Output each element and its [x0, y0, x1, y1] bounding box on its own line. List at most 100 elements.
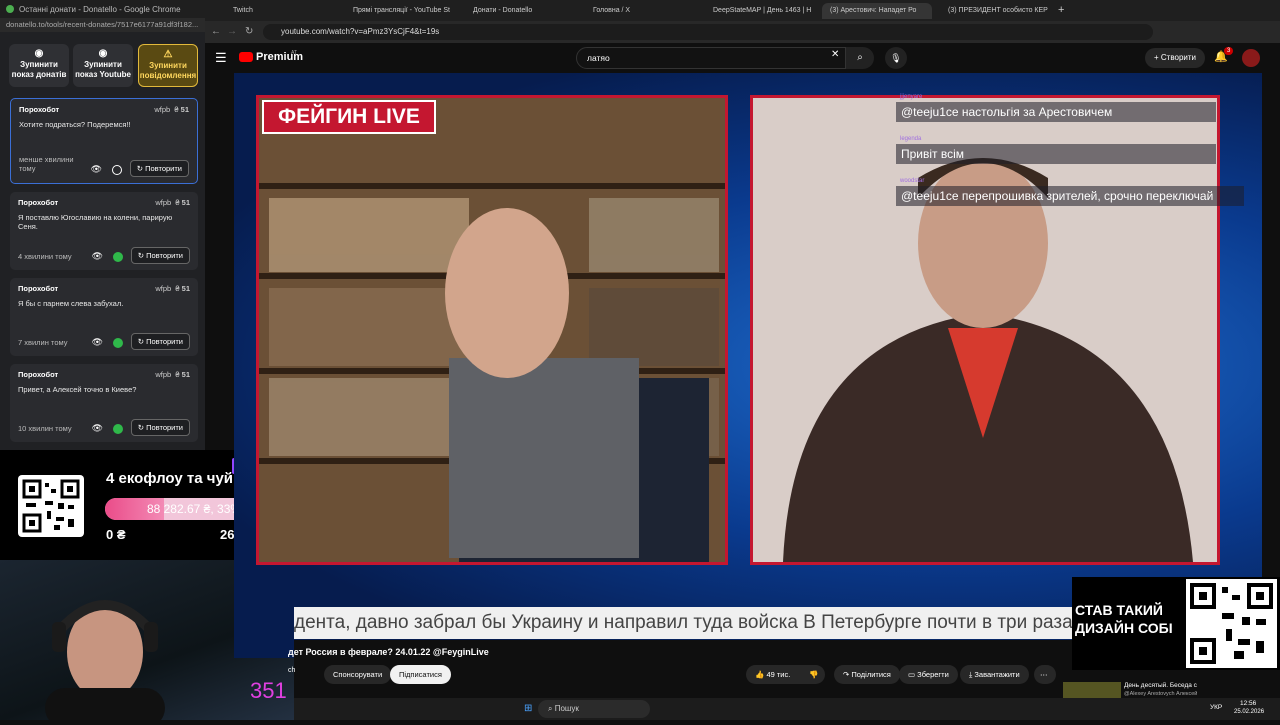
youtube-logo-icon[interactable] — [239, 52, 253, 62]
eye-icon[interactable]: 👁 — [92, 337, 103, 348]
chat-message: @teeju1ce перепрошивка зрителей, срочно … — [896, 186, 1244, 206]
goal-min: 0 ₴ — [106, 527, 126, 542]
eye-icon[interactable]: 👁 — [91, 164, 102, 175]
warning-icon: ⚠ — [163, 49, 173, 60]
taskbar-search[interactable]: ⌕ Пошук — [538, 700, 650, 718]
sponsor-button[interactable]: Спонсорувати — [324, 665, 392, 684]
feygin-live-logo: ФЕЙГИН LIVE — [262, 100, 436, 134]
channel-name[interactable]: ch — [288, 667, 295, 674]
stop-youtube-button[interactable]: ◉ Зупинити показ Youtube — [73, 44, 133, 87]
donation-message: Хотите подраться? Подеремся!! — [19, 120, 131, 129]
donor-name: Порохобот — [18, 198, 59, 207]
qr-code — [18, 475, 84, 537]
youtube-region: AT — [291, 50, 298, 56]
chat-user: legenda — [900, 136, 922, 142]
subscribe-button[interactable]: Підписатися — [390, 665, 451, 684]
dislike-icon[interactable]: 👎 — [803, 665, 825, 684]
search-input[interactable]: латяо — [576, 47, 846, 69]
chat-user: woodstar — [900, 178, 925, 184]
stop-messages-button[interactable]: ⚠ Зупинити повідомлення — [138, 44, 198, 87]
tab-president[interactable]: (3) ПРЕЗИДЕНТ особисто КЕР — [940, 3, 1050, 19]
donation-time: 4 хвилини тому — [18, 252, 72, 261]
repeat-button[interactable]: ↻ Повторити — [129, 160, 189, 177]
donor-name: Порохобот — [18, 370, 59, 379]
repeat-button[interactable]: ↻ Повторити — [130, 247, 190, 264]
new-tab-button[interactable]: + — [1058, 4, 1064, 16]
donor-name: Порохобот — [19, 105, 60, 114]
clock-date[interactable]: 25.02.2026 — [1234, 709, 1264, 715]
donation-time: 7 хвилин тому — [18, 338, 68, 347]
address-bar-row: ← → ↻ youtube.com/watch?v=aPmz3YsCjF4&t=… — [205, 21, 1280, 43]
donor-name: Порохобот — [18, 284, 59, 293]
menu-icon[interactable]: ☰ — [215, 50, 227, 66]
promo-overlay: СТАВ ТАКИЙ ДИЗАЙН СОБІ — [1072, 577, 1280, 670]
back-icon[interactable]: ← — [211, 26, 221, 37]
goal-title: 4 екофлоу та чуйку — [106, 470, 249, 487]
promo-qr-code — [1186, 579, 1277, 668]
chat-message: Привіт всім — [896, 144, 1216, 164]
suggested-thumbnail[interactable] — [1063, 682, 1121, 698]
check-icon[interactable] — [113, 252, 123, 262]
tab-youtube-studio[interactable]: Прямі трансляції - YouTube St — [345, 3, 463, 19]
donation-card: Порохобот wfpb ₴ 51 Привет, а Алексей то… — [10, 364, 198, 442]
repeat-button[interactable]: ↻ Повторити — [130, 333, 190, 350]
repeat-button[interactable]: ↻ Повторити — [130, 419, 190, 436]
donation-card: Порохобот wfpb ₴ 51 Хотите подраться? По… — [10, 98, 198, 184]
create-button[interactable]: + Створити — [1145, 48, 1206, 68]
donation-message: Я бы с парнем слева забухал. — [18, 299, 124, 308]
video-title: дет Россия в феврале? 24.01.22 @FeyginLi… — [288, 647, 489, 657]
left-window-titlebar: Останні донати - Donatello - Google Chro… — [0, 0, 205, 18]
keyboard-language[interactable]: УКР — [1210, 704, 1222, 711]
arestovych-frame — [750, 95, 1220, 565]
donor-amount: wfpb ₴ 51 — [154, 105, 189, 114]
chat-message: @teeju1ce настольгія за Арестовичем — [896, 102, 1216, 122]
tab-deepstate[interactable]: DeepStateMAP | День 1463 | Н — [705, 3, 815, 19]
avatar[interactable] — [1242, 49, 1260, 67]
reload-icon[interactable]: ↻ — [245, 26, 253, 37]
taskbar: ⊞ ⌕ Пошук УКР 12:56 25.02.2026 — [294, 698, 1280, 720]
tab-donatello[interactable]: Донати - Donatello — [465, 3, 583, 19]
suggested-title[interactable]: День десятый. Беседа с — [1124, 682, 1197, 689]
donation-message: Привет, а Алексей точно в Киеве? — [18, 385, 137, 394]
stop-donations-button[interactable]: ◉ Зупинити показ донатів — [9, 44, 69, 87]
check-icon[interactable] — [113, 338, 123, 348]
mic-icon[interactable]: 🎙 — [885, 47, 907, 69]
promo-text: СТАВ ТАКИЙ ДИЗАЙН СОБІ — [1075, 602, 1173, 636]
eye-icon[interactable]: 👁 — [92, 423, 103, 434]
clear-search-icon[interactable]: ✕ — [831, 49, 839, 60]
forward-icon[interactable]: → — [227, 26, 237, 37]
url-input[interactable]: youtube.com/watch?v=aPmz3YsCjF4&t=19s — [263, 24, 1153, 40]
record-icon: ◉ — [98, 48, 108, 59]
donation-card: Порохобот wfpb ₴ 51 Я поставлю Югославию… — [10, 192, 198, 270]
donor-amount: wfpb ₴ 51 — [155, 198, 190, 207]
chrome-icon — [6, 5, 14, 13]
tab-twitch[interactable]: Twitch — [225, 3, 343, 19]
windows-start-icon[interactable]: ⊞ — [524, 703, 532, 714]
youtube-header: ☰ Premium AT латяо ✕ ⌕ 🎙 + Створити 🔔 3 — [205, 43, 1280, 73]
left-url-bar[interactable]: donatello.to/tools/recent-donates/7517e6… — [0, 18, 205, 32]
donor-amount: wfpb ₴ 51 — [155, 370, 190, 379]
webcam-counter: 351 — [250, 678, 287, 703]
check-icon[interactable] — [113, 424, 123, 434]
clock-time[interactable]: 12:56 — [1240, 700, 1256, 707]
more-icon[interactable]: ⋯ — [1034, 665, 1056, 684]
tab-arestovych[interactable]: (3) Арестович: Нападет Ро — [822, 3, 932, 19]
share-button[interactable]: ↷ Поділитися — [834, 665, 900, 684]
chat-user: jjjenyare — [900, 94, 923, 100]
notification-badge: 3 — [1224, 47, 1234, 55]
donation-message: Я поставлю Югославию на колени, парирую … — [18, 213, 173, 231]
tab-x[interactable]: Головна / X — [585, 3, 703, 19]
download-button[interactable]: ⤓ Завантажити — [960, 665, 1029, 684]
eye-icon[interactable]: 👁 — [92, 251, 103, 262]
donor-amount: wfpb ₴ 51 — [155, 284, 190, 293]
save-button[interactable]: ▭ Зберегти — [899, 665, 958, 684]
search-button[interactable]: ⌕ — [846, 47, 874, 69]
donation-time: 10 хвилин тому — [18, 424, 72, 433]
donation-card: Порохобот wfpb ₴ 51 Я бы с парнем слева … — [10, 278, 198, 356]
record-icon: ◉ — [34, 48, 44, 59]
suggested-subtitle: @Alexey Arestovych Алексей — [1124, 691, 1198, 697]
left-window-title: Останні донати - Donatello - Google Chro… — [19, 4, 181, 14]
check-icon[interactable] — [112, 165, 122, 175]
donation-time: менше хвилини тому — [19, 155, 74, 173]
feygin-frame — [256, 95, 728, 568]
